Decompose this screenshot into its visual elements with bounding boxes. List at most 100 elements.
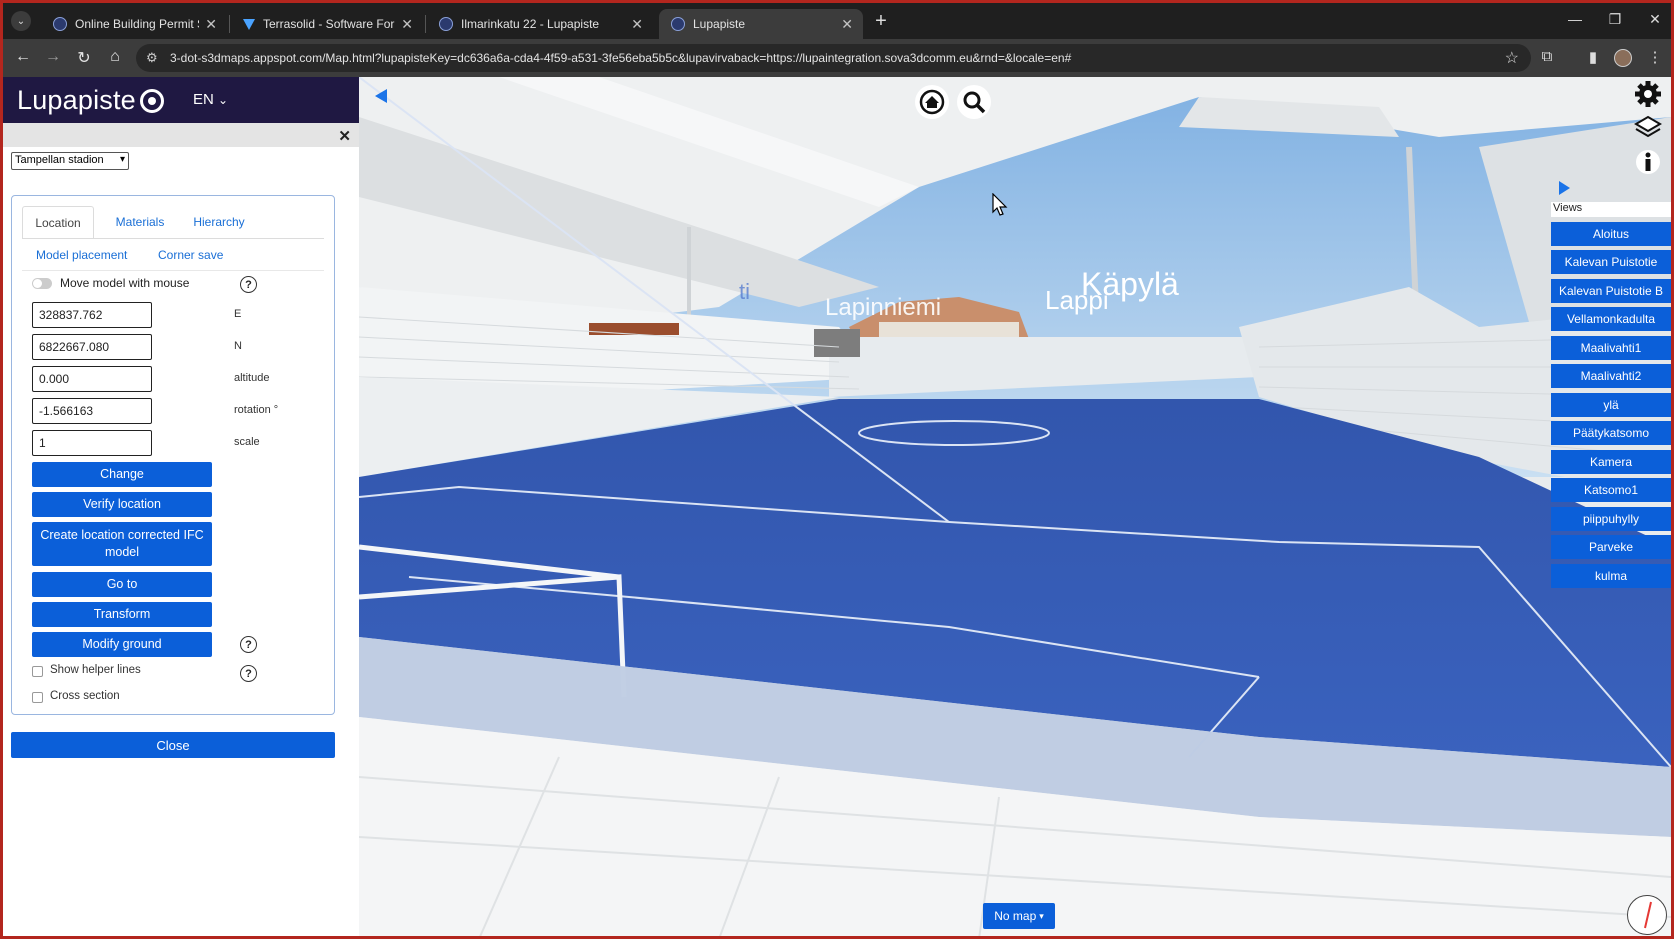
close-tab-icon[interactable]: ✕ [631,16,643,33]
url-text[interactable]: 3-dot-s3dmaps.appspot.com/Map.html?lupap… [170,51,1071,65]
address-bar[interactable]: ⚙ 3-dot-s3dmaps.appspot.com/Map.html?lup… [136,44,1531,72]
view-button[interactable]: Aloitus [1551,222,1671,246]
close-button[interactable]: Close [11,732,335,758]
view-button[interactable]: Maalivahti2 [1551,364,1671,388]
model-selector[interactable]: Tampellan stadion ▾ [11,152,129,170]
home-view-icon[interactable] [915,85,949,119]
transform-button[interactable]: Transform [32,602,212,627]
subtab-model-placement[interactable]: Model placement [36,248,127,262]
tab-ilmarinkatu[interactable]: Ilmarinkatu 22 - Lupapiste ✕ [427,9,653,39]
view-button[interactable]: Kalevan Puistotie [1551,250,1671,274]
view-button[interactable]: kulma [1551,564,1671,588]
site-info-icon[interactable]: ⚙ [146,50,158,66]
layers-icon[interactable] [1633,113,1663,143]
views-expand-arrow-icon[interactable] [1559,181,1570,195]
tabs-divider [22,238,324,239]
lupapiste-favicon-icon [439,17,453,31]
view-button[interactable]: Vellamonkadulta [1551,307,1671,331]
subtab-corner-save[interactable]: Corner save [158,248,223,262]
home-icon[interactable]: ⌂ [105,48,125,66]
verify-location-button[interactable]: Verify location [32,492,212,517]
modify-ground-button[interactable]: Modify ground [32,632,212,657]
stadium-scene[interactable]: Käpylä Lappi Lapinniemi ti [359,77,1671,939]
reload-icon[interactable]: ↻ [74,48,94,68]
tab-terrasolid[interactable]: Terrasolid - Software For Point C ✕ [231,9,423,39]
close-tab-icon[interactable]: ✕ [205,16,217,33]
view-button[interactable]: ylä [1551,393,1671,417]
view-button[interactable]: Kalevan Puistotie B [1551,279,1671,303]
tab-materials[interactable]: Materials [102,206,178,238]
tab-strip: ⌄ Online Building Permit Softwar ✕ Terra… [3,3,1671,39]
tab-separator [229,15,230,33]
profile-avatar[interactable] [1614,49,1632,67]
subtabs-divider [22,270,324,271]
view-button[interactable]: piippuhylly [1551,507,1671,531]
northing-label: N [234,340,242,352]
easting-label: E [234,308,242,320]
gear-icon[interactable] [1633,79,1663,109]
map-selector-button[interactable]: No map ▾ [983,903,1055,929]
helper-lines-checkbox[interactable] [32,666,43,677]
star-icon[interactable]: ☆ [1505,48,1519,68]
close-window-icon[interactable]: ✕ [1645,11,1665,28]
view-button[interactable]: Parveke [1551,535,1671,559]
lupapiste-side-panel: Lupapiste EN ⌄ ✕ Tampellan stadion ▾ Loc… [3,77,359,936]
new-tab-button[interactable]: + [869,10,893,33]
lupapiste-logo[interactable]: Lupapiste [17,85,164,116]
chevron-down-icon: ▾ [119,154,125,165]
minimize-icon[interactable]: — [1565,11,1585,27]
tab-lupapiste-active[interactable]: Lupapiste ✕ [659,9,863,39]
language-selector[interactable]: EN ⌄ [193,91,228,108]
address-toolbar: ← → ↻ ⌂ ⚙ 3-dot-s3dmaps.appspot.com/Map.… [3,39,1671,77]
browser-window: ⌄ Online Building Permit Softwar ✕ Terra… [0,0,1674,939]
help-icon[interactable]: ? [240,665,257,682]
collapse-panel-arrow-icon[interactable] [375,89,387,103]
logo-mark-icon [139,88,164,113]
change-button[interactable]: Change [32,462,212,487]
view-button[interactable]: Kamera [1551,450,1671,474]
close-tab-icon[interactable]: ✕ [841,16,853,33]
far-seats-accent [589,323,679,335]
close-icon[interactable]: ✕ [338,127,351,145]
search-icon[interactable] [957,85,991,119]
close-tab-icon[interactable]: ✕ [401,16,413,33]
compass-needle [1644,901,1652,929]
help-icon[interactable]: ? [240,276,257,293]
view-button[interactable]: Maalivahti1 [1551,336,1671,360]
altitude-input[interactable]: 0.000 [32,366,152,392]
tab-location[interactable]: Location [22,206,94,238]
side-panel-icon[interactable]: ▮ [1583,48,1603,66]
go-to-button[interactable]: Go to [32,572,212,597]
rotation-label: rotation ° [234,404,279,416]
rotation-input[interactable]: -1.566163 [32,398,152,424]
lupapiste-favicon-icon [671,17,685,31]
easting-input[interactable]: 328837.762 [32,302,152,328]
northing-input[interactable]: 6822667.080 [32,334,152,360]
place-label-lappi: Lappi [1045,285,1109,315]
back-arrow-icon[interactable]: ← [13,48,33,66]
kebab-menu-icon[interactable]: ⋮ [1645,48,1665,66]
move-model-toggle[interactable] [32,278,52,289]
info-icon[interactable] [1633,147,1663,177]
3d-viewport[interactable]: Käpylä Lappi Lapinniemi ti Views Aloitus… [359,77,1671,939]
tab-search-button[interactable]: ⌄ [11,11,31,31]
restore-icon[interactable]: ❐ [1605,11,1625,28]
scale-input[interactable]: 1 [32,430,152,456]
forward-arrow-icon[interactable]: → [43,48,63,66]
create-ifc-button[interactable]: Create location corrected IFC model [32,522,212,566]
help-icon[interactable]: ? [240,636,257,653]
tab-separator [425,15,426,33]
view-button[interactable]: Katsomo1 [1551,478,1671,502]
puzzle-icon[interactable]: ⧉ [1537,48,1557,65]
chevron-down-icon: ⌄ [218,93,229,107]
map-selector-label: No map [994,909,1037,923]
panel-toolbar: ✕ [3,123,359,147]
compass-icon[interactable] [1627,895,1667,935]
tab-hierarchy[interactable]: Hierarchy [182,206,256,238]
gear-glyph [1635,81,1661,107]
location-card: Location Materials Hierarchy Model place… [11,195,335,715]
tab-online-building-permit[interactable]: Online Building Permit Softwar ✕ [41,9,227,39]
view-button[interactable]: Päätykatsomo [1551,421,1671,445]
cross-section-checkbox[interactable] [32,692,43,703]
helper-lines-label: Show helper lines [50,664,141,676]
